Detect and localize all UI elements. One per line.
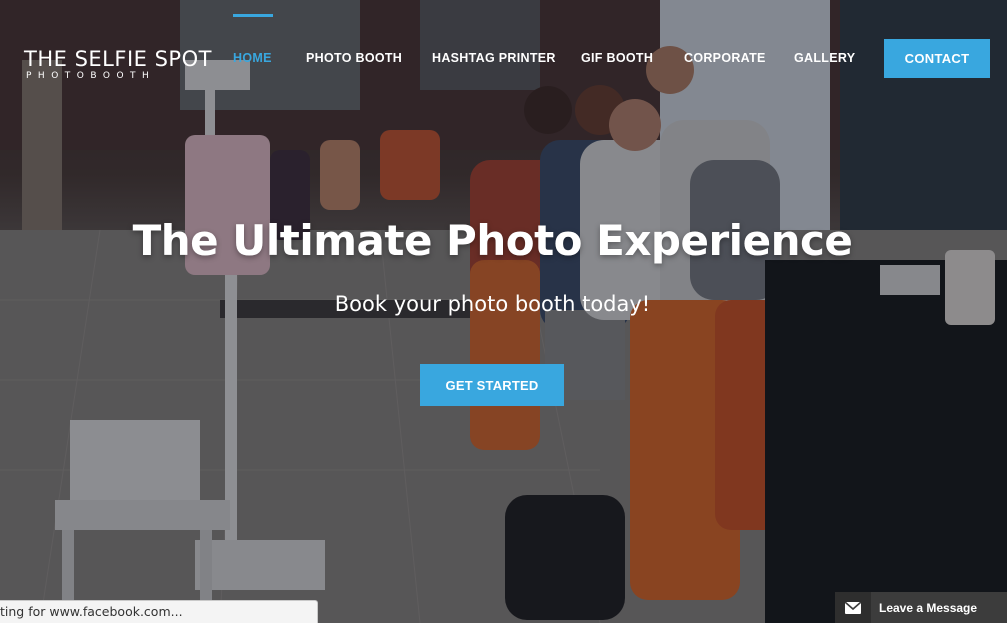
browser-status-bar: ting for www.facebook.com... <box>0 600 318 623</box>
nav-item-corporate[interactable]: CORPORATE <box>684 51 766 65</box>
contact-button[interactable]: CONTACT <box>884 39 990 78</box>
hero-headline: The Ultimate Photo Experience <box>132 216 853 265</box>
nav-item-hashtag-printer[interactable]: HASHTAG PRINTER <box>432 51 556 65</box>
nav-active-indicator <box>233 14 273 17</box>
nav-item-home[interactable]: HOME <box>233 51 272 65</box>
leave-message-widget[interactable]: Leave a Message <box>835 592 1007 623</box>
envelope-icon <box>835 592 871 623</box>
get-started-button[interactable]: GET STARTED <box>420 364 564 406</box>
main-navigation: HOME PHOTO BOOTH HASHTAG PRINTER GIF BOO… <box>0 0 1007 100</box>
nav-item-gallery[interactable]: GALLERY <box>794 51 855 65</box>
nav-item-gif-booth[interactable]: GIF BOOTH <box>581 51 653 65</box>
hero-subheadline: Book your photo booth today! <box>334 292 651 316</box>
leave-message-label: Leave a Message <box>879 600 978 615</box>
nav-item-photo-booth[interactable]: PHOTO BOOTH <box>306 51 402 65</box>
